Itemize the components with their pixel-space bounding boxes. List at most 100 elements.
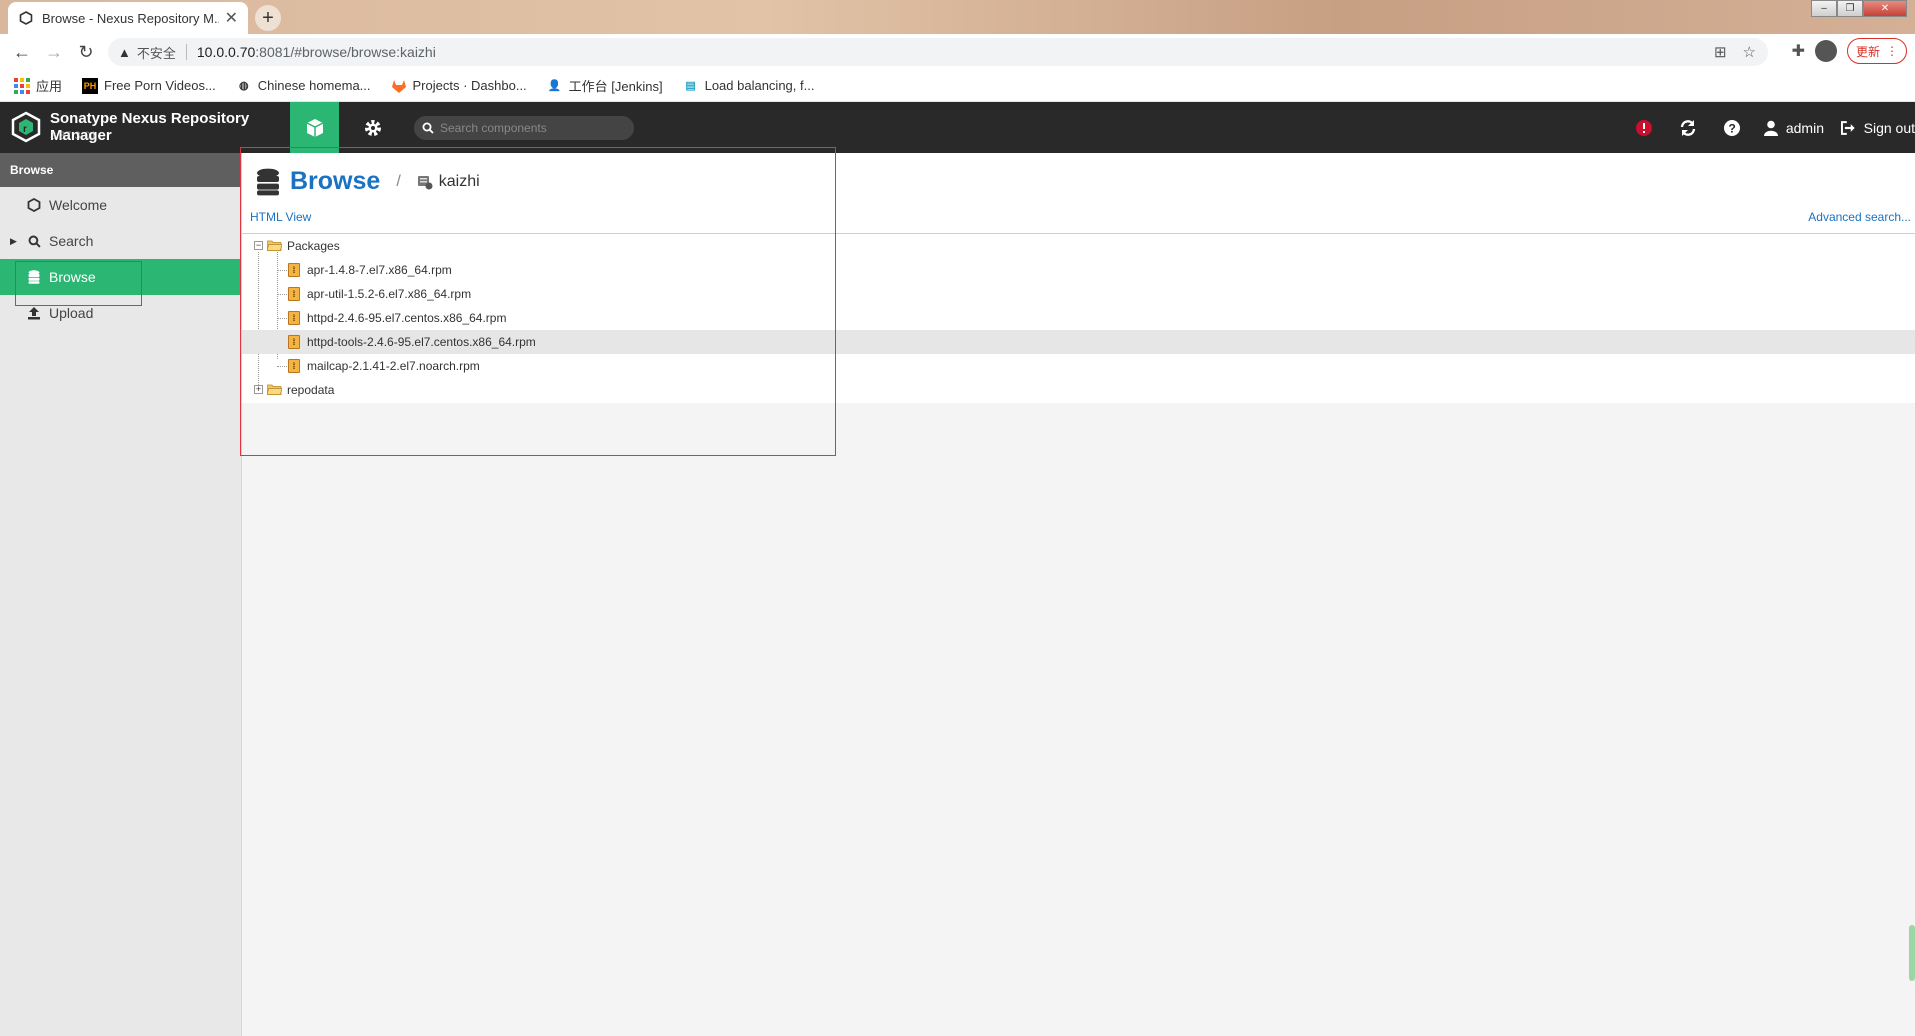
profile-avatar-icon[interactable] [1814, 40, 1837, 62]
svg-text:?: ? [1728, 121, 1735, 135]
warning-icon: ▲ [118, 44, 131, 60]
docs-icon: ▤ [685, 80, 696, 92]
sign-out-icon [1840, 120, 1855, 135]
nexus-header: r Sonatype Nexus Repository Manager 3.37… [0, 102, 1915, 160]
browser-toolbar: ← → ↻ ▲ 不安全 10.0.0.70:8081/#browse/brows… [0, 34, 1915, 70]
collapse-icon[interactable]: − [254, 241, 263, 250]
browser-tab[interactable]: Browse - Nexus Repository M... ✕ [8, 2, 248, 34]
apps-grid-icon [14, 77, 30, 94]
help-icon[interactable]: ? [1710, 119, 1754, 137]
search-input[interactable] [440, 121, 620, 135]
expand-icon[interactable]: + [254, 385, 263, 394]
pornhub-icon: PH [82, 77, 99, 94]
bookmark-item[interactable]: ▤ Load balancing, f... [683, 78, 815, 94]
breadcrumb-separator: / [396, 172, 401, 190]
reload-icon[interactable]: ↻ [70, 36, 102, 68]
bookmark-apps[interactable]: 应用 [14, 76, 62, 95]
browser-tab-strip: Browse - Nexus Repository M... ✕ + – ❐ ✕ [0, 0, 1915, 34]
extensions-icon[interactable]: ✚ [1792, 41, 1805, 61]
user-icon [1763, 120, 1778, 136]
minimize-button[interactable]: – [1811, 0, 1837, 17]
advanced-search-link[interactable]: Advanced search... [1808, 210, 1911, 224]
update-button[interactable]: 更新 ⋮ [1846, 38, 1907, 64]
sidebar-item-welcome[interactable]: Welcome [0, 187, 241, 223]
forward-icon[interactable]: → [38, 36, 70, 68]
admin-mode-button[interactable] [348, 102, 397, 153]
sign-out-button[interactable]: Sign out [1840, 120, 1915, 136]
bookmark-item[interactable]: ◍ Chinese homema... [236, 78, 371, 94]
tree-file[interactable]: ⁞ httpd-2.4.6-95.el7.centos.x86_64.rpm [242, 306, 1915, 330]
new-tab-button[interactable]: + [255, 5, 281, 31]
username: admin [1785, 119, 1824, 136]
sidebar-item-label: Search [49, 233, 94, 249]
maximize-button[interactable]: ❐ [1837, 0, 1863, 17]
browse-mode-button[interactable] [290, 102, 339, 160]
sidebar-header: Browse [0, 153, 241, 187]
sidebar-item-label: Browse [49, 269, 96, 285]
cube-icon [306, 118, 323, 137]
tree-node-label: apr-util-1.5.2-6.el7.x86_64.rpm [307, 287, 472, 301]
main-content: Browse / kaizhi HTML View Advanced searc… [242, 153, 1915, 1036]
tree-node-label: Packages [287, 239, 340, 253]
window-controls: – ❐ ✕ [1811, 0, 1907, 17]
tree-folder-repodata[interactable]: + repodata [242, 378, 1915, 402]
archive-file-icon: ⁞ [288, 287, 300, 301]
database-icon [257, 168, 279, 195]
tree-node-label: mailcap-2.1.41-2.el7.noarch.rpm [307, 359, 480, 373]
user-menu[interactable]: admin [1763, 119, 1824, 136]
tree-file-selected[interactable]: ⁞ httpd-tools-2.4.6-95.el7.centos.x86_64… [242, 330, 1915, 354]
tab-close-icon[interactable]: ✕ [225, 8, 238, 28]
tree-file[interactable]: ⁞ mailcap-2.1.41-2.el7.noarch.rpm [242, 354, 1915, 378]
url-path: :8081/#browse/browse:kaizhi [255, 44, 436, 60]
tree-file[interactable]: ⁞ apr-1.4.8-7.el7.x86_64.rpm [242, 258, 1915, 282]
refresh-icon[interactable] [1666, 119, 1710, 137]
bookmark-label: Load balancing, f... [704, 78, 815, 93]
archive-file-icon: ⁞ [288, 263, 300, 277]
security-label: 不安全 [136, 45, 176, 61]
repository-icon [417, 175, 433, 189]
tree-node-label: httpd-tools-2.4.6-95.el7.centos.x86_64.r… [307, 335, 536, 349]
bookmark-label: Chinese homema... [257, 78, 371, 93]
html-view-link[interactable]: HTML View [250, 210, 311, 224]
bookmark-star-icon[interactable]: ☆ [1743, 43, 1756, 61]
bookmark-label: 应用 [36, 79, 63, 94]
archive-file-icon: ⁞ [288, 335, 300, 349]
omnibox-divider [185, 44, 187, 60]
sidebar-item-browse[interactable]: Browse [0, 259, 241, 295]
system-alert-icon[interactable] [1622, 119, 1666, 137]
tree-node-label: apr-1.4.8-7.el7.x86_64.rpm [307, 263, 452, 277]
bookmarks-bar: 应用 PH Free Porn Videos... ◍ Chinese home… [0, 70, 1915, 102]
brand-name: Sonatype Nexus Repository [50, 110, 250, 127]
nexus-logo-icon[interactable]: r [10, 111, 42, 143]
svg-text:r: r [23, 124, 27, 135]
bookmark-item[interactable]: 👤 工作台 [Jenkins] [547, 76, 663, 95]
translate-icon[interactable]: ⊞ [1714, 43, 1727, 61]
folder-icon [267, 384, 282, 395]
tree-folder-packages[interactable]: − Packages [242, 234, 1915, 258]
sidebar-item-upload[interactable]: Upload [0, 295, 241, 331]
sidebar-item-search[interactable]: ▶ Search [0, 223, 241, 259]
expand-arrow-icon[interactable]: ▶ [10, 236, 17, 247]
page-title[interactable]: Browse [290, 167, 380, 196]
gear-icon [364, 119, 381, 136]
tree-file[interactable]: ⁞ apr-util-1.5.2-6.el7.x86_64.rpm [242, 282, 1915, 306]
window-close-button[interactable]: ✕ [1863, 0, 1907, 17]
bookmark-item[interactable]: Projects · Dashbo... [391, 78, 527, 94]
update-label: 更新 [1855, 44, 1880, 59]
scrollbar-thumb[interactable] [1909, 925, 1915, 981]
bookmark-item[interactable]: PH Free Porn Videos... [82, 77, 216, 94]
tree-node-label: repodata [287, 383, 335, 397]
component-tree: − Packages ⁞ apr-1.4.8-7.el7.x86_64.rpm … [242, 233, 1915, 403]
nexus-favicon-icon [18, 10, 34, 26]
url-host: 10.0.0.70 [196, 44, 256, 60]
upload-icon [26, 305, 42, 321]
database-icon [26, 269, 42, 285]
sign-out-label: Sign out [1863, 119, 1915, 136]
back-icon[interactable]: ← [6, 36, 38, 68]
kebab-menu-icon: ⋮ [1886, 44, 1898, 58]
tree-node-label: httpd-2.4.6-95.el7.centos.x86_64.rpm [307, 311, 507, 325]
version-label: 3.37.3-01 [50, 130, 97, 142]
repository-name: kaizhi [438, 172, 480, 190]
component-search[interactable] [414, 116, 634, 140]
address-bar[interactable]: ▲ 不安全 10.0.0.70:8081/#browse/browse:kaiz… [108, 38, 1768, 66]
